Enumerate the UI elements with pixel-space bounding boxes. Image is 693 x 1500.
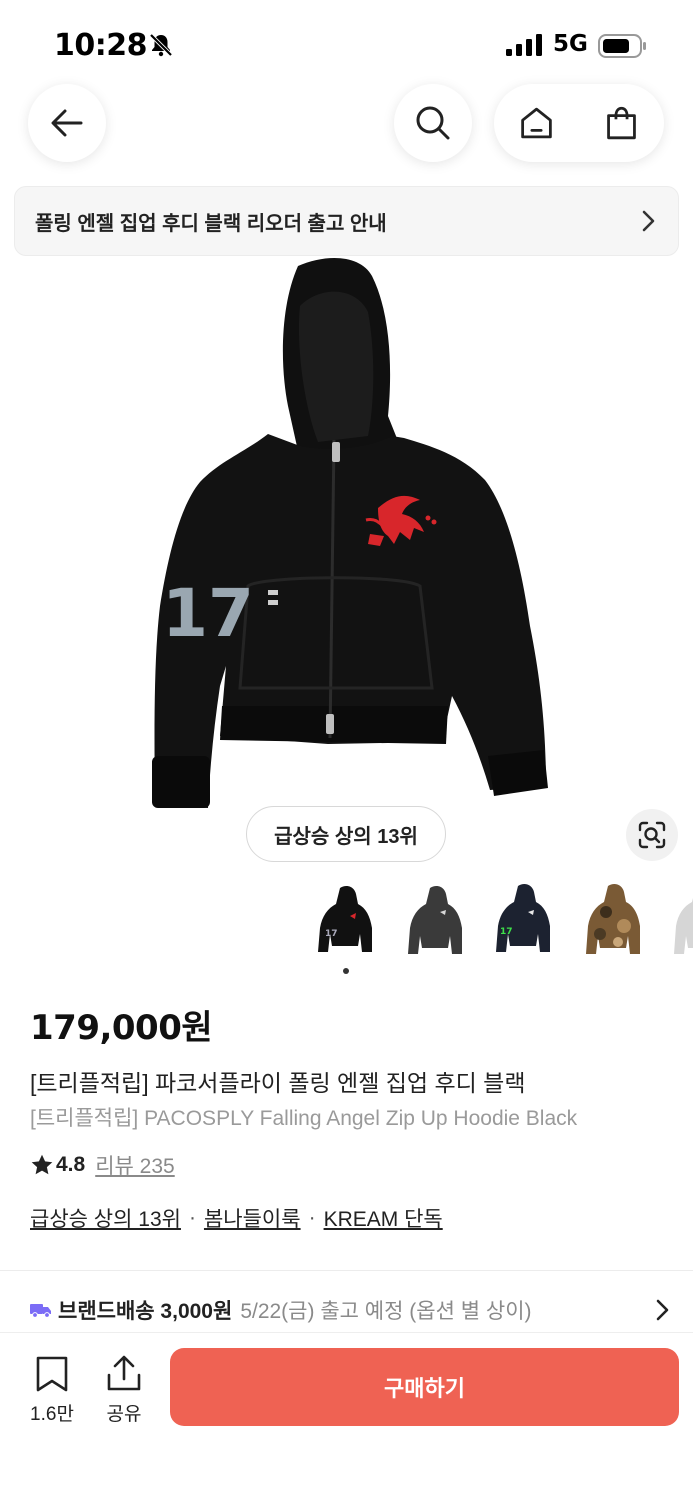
svg-text:17: 17 (500, 927, 513, 937)
thumbnail-navy[interactable]: 17 (488, 882, 560, 958)
share-label: 공유 (106, 1404, 142, 1425)
rating-row: 4.8 리뷰 235 (30, 1150, 175, 1180)
review-count-link[interactable]: 리뷰 235 (95, 1150, 175, 1180)
shopping-bag-icon[interactable] (603, 103, 640, 143)
status-bar: 10:28 5G (0, 0, 693, 80)
status-time: 10:28 (54, 28, 148, 63)
share-button[interactable]: 공유 (94, 1355, 154, 1426)
save-button[interactable]: 1.6만 (22, 1355, 82, 1426)
bookmark-icon (36, 1356, 68, 1392)
battery-icon (598, 34, 646, 58)
truck-icon (30, 1304, 51, 1318)
product-tags: 급상승 상의 13위 · 봄나들이룩 · KREAM 단독 (30, 1203, 443, 1233)
star-icon (31, 1154, 53, 1175)
shipping-row[interactable]: 브랜드배송 3,000원 5/22(금) 출고 예정 (옵션 별 상이) (30, 1290, 670, 1330)
zipper-pull (332, 442, 340, 462)
shipping-eta: 5/22(금) 출고 예정 (옵션 별 상이) (240, 1300, 532, 1323)
rank-badge[interactable]: 급상승 상의 13위 (246, 806, 446, 862)
cellular-signal-icon (506, 34, 542, 56)
thumbnail-camo[interactable] (578, 882, 650, 958)
save-count: 1.6만 (30, 1404, 74, 1425)
buy-button[interactable]: 구매하기 (170, 1348, 679, 1426)
bottom-action-bar: 1.6만 공유 구매하기 (0, 1332, 693, 1500)
divider (0, 1270, 693, 1271)
tag-rank[interactable]: 급상승 상의 13위 (30, 1203, 181, 1233)
rating-score: 4.8 (56, 1153, 86, 1176)
notice-text: 폴링 엔젤 집업 후디 블랙 리오더 출고 안내 (35, 212, 387, 235)
chevron-right-icon (642, 210, 655, 232)
tag-spring-outing[interactable]: 봄나들이룩 (204, 1203, 301, 1233)
back-button[interactable] (28, 84, 106, 162)
svg-text:17: 17 (325, 929, 338, 939)
home-cart-group (494, 84, 664, 162)
search-icon (416, 106, 450, 140)
reorder-notice-banner[interactable]: 폴링 엔젤 집업 후디 블랙 리오더 출고 안내 (14, 186, 679, 256)
tag-separator: · (308, 1206, 316, 1229)
product-image[interactable]: 17 (0, 256, 693, 856)
tag-kream-exclusive[interactable]: KREAM 단독 (324, 1203, 443, 1233)
lens-scan-icon (638, 821, 666, 849)
image-search-button[interactable] (626, 809, 678, 861)
thumbnail-charcoal[interactable] (400, 882, 472, 958)
product-name-english: [트리플적립] PACOSPLY Falling Angel Zip Up Ho… (30, 1107, 578, 1130)
tag-separator: · (188, 1206, 196, 1229)
back-arrow-icon (51, 109, 83, 137)
network-type: 5G (553, 31, 588, 57)
home-icon[interactable] (518, 103, 555, 143)
chevron-right-icon (656, 1299, 669, 1321)
carousel-indicator (343, 968, 349, 974)
bell-muted-icon (149, 33, 173, 57)
thumbnail-grey[interactable] (666, 882, 693, 958)
share-icon (107, 1355, 141, 1391)
search-button[interactable] (394, 84, 472, 162)
product-name-korean: [트리플적립] 파코서플라이 폴링 엔젤 집업 후디 블랙 (30, 1070, 526, 1096)
thumbnail-black[interactable]: 17 (310, 882, 382, 958)
product-price: 179,000원 (30, 1008, 213, 1048)
shipping-label: 브랜드배송 3,000원 (58, 1300, 233, 1323)
sleeve-number: 17 (162, 575, 254, 652)
thumbnail-strip: 17 17 (310, 882, 693, 958)
